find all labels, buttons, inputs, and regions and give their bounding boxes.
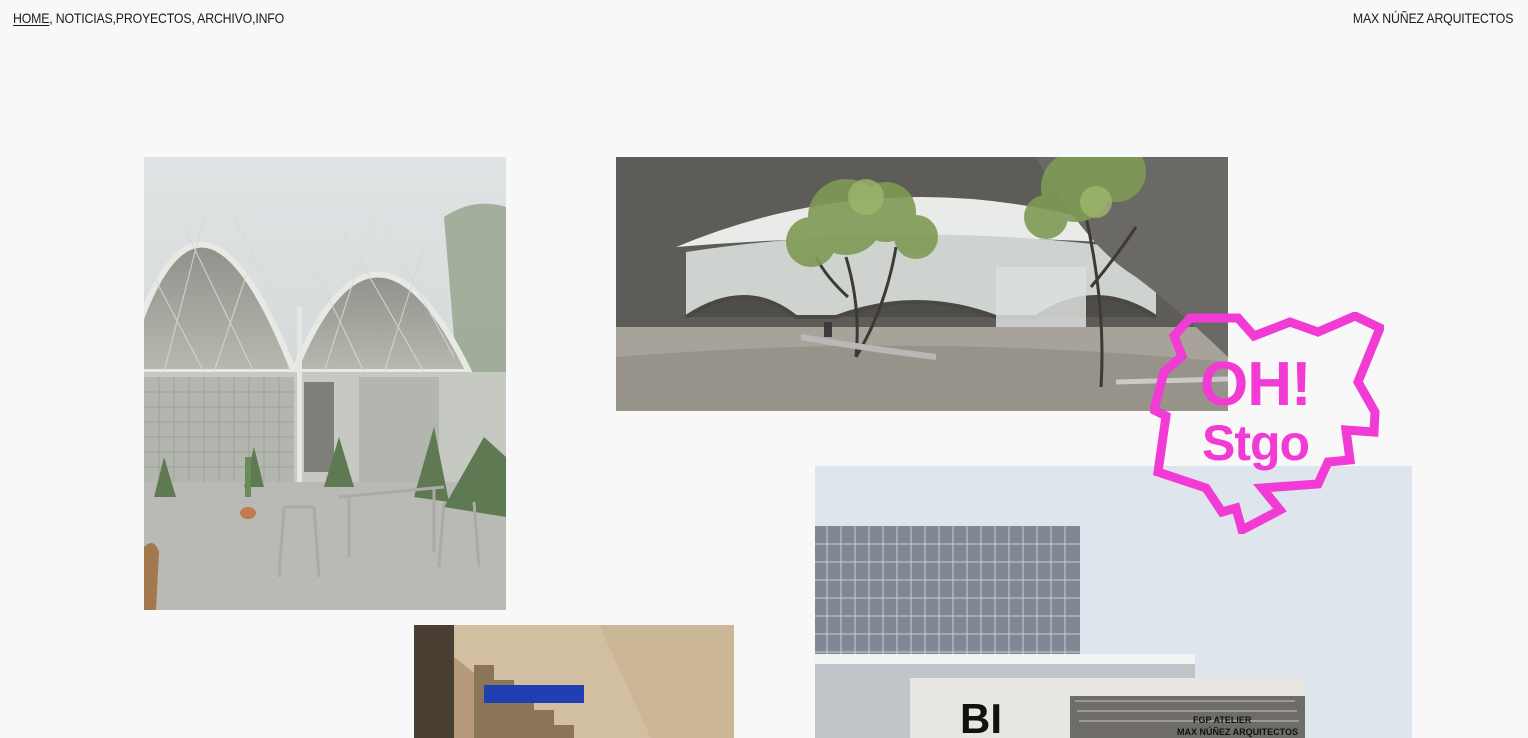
main-nav: HOME, NOTICIAS,PROYECTOS, ARCHIVO,INFO <box>13 10 284 26</box>
book-publisher-label: FGP ATELIER <box>1193 715 1252 725</box>
project-image-concrete-canopy[interactable] <box>616 157 1228 411</box>
home-page: HOME, NOTICIAS,PROYECTOS, ARCHIVO,INFO M… <box>0 0 1528 738</box>
book-cover-letters: BI <box>960 695 1002 738</box>
nav-proyectos-link[interactable]: PROYECTOS <box>116 10 192 26</box>
project-image-interior-stair[interactable] <box>414 625 734 738</box>
concrete-canopy-image <box>616 157 1228 411</box>
nav-info-link[interactable]: INFO <box>255 10 284 26</box>
vaulted-pavilion-image <box>144 157 506 610</box>
project-image-vaulted-pavilion[interactable] <box>144 157 506 610</box>
interior-stair-image <box>414 625 734 738</box>
oh-stgo-badge-link[interactable]: OH! Stgo <box>1150 312 1384 534</box>
nav-noticias-link[interactable]: NOTICIAS <box>56 10 113 26</box>
oh-logo-line2: Stgo <box>1202 415 1310 471</box>
nav-archivo-link[interactable]: ARCHIVO <box>197 10 252 26</box>
book-author-label: MAX NÚÑEZ ARQUITECTOS <box>1177 727 1299 737</box>
brand-name-link[interactable]: MAX NÚÑEZ ARQUITECTOS <box>1353 10 1514 26</box>
oh-logo-line1: OH! <box>1200 350 1312 419</box>
nav-home-link[interactable]: HOME <box>13 10 49 26</box>
